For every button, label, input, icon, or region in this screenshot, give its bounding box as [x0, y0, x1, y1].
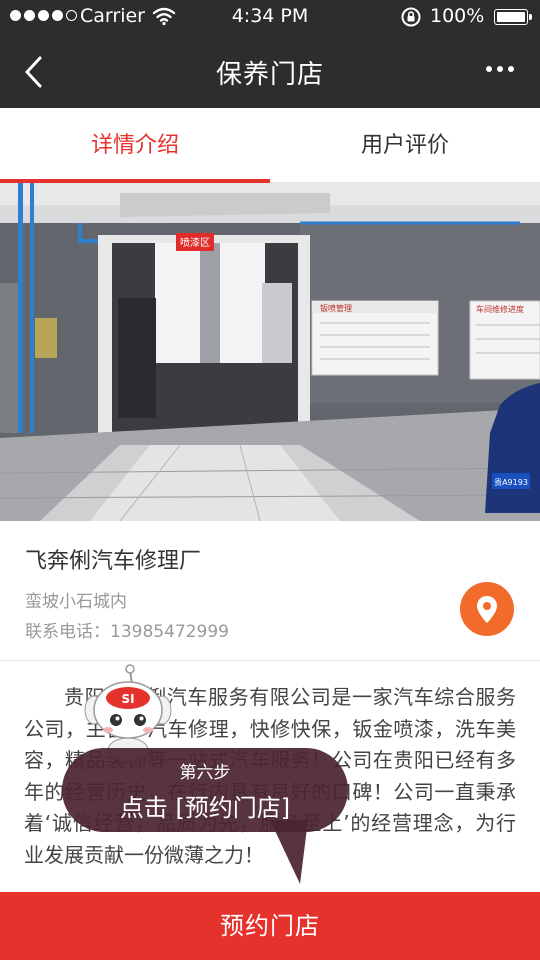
guide-action: 点击 [预约门店] — [119, 794, 291, 822]
app-header: Carrier 4:34 PM 100% 保养门店 — [0, 0, 540, 108]
orientation-lock-icon — [401, 7, 421, 27]
board-label-2: 车间维修进度 — [476, 304, 524, 314]
battery-icon — [494, 9, 532, 25]
location-button[interactable] — [460, 582, 514, 636]
guide-bubble: 第六步 点击 [预约门店] — [62, 748, 348, 832]
book-store-button[interactable]: 预约门店 — [0, 892, 540, 960]
status-bar: Carrier 4:34 PM 100% — [0, 0, 540, 34]
shop-photo: 喷漆区 钣喷管理 车间维修进度 贵A9193 — [0, 183, 540, 521]
tab-details[interactable]: 详情介绍 — [0, 108, 270, 183]
shop-name: 飞奔俐汽车修理厂 — [25, 549, 202, 574]
more-options-icon[interactable] — [486, 66, 514, 72]
battery-percentage: 100% — [430, 5, 485, 27]
page-title: 保养门店 — [215, 60, 324, 90]
tab-bar: 详情介绍 用户评价 — [0, 108, 540, 183]
shop-info: 飞奔俐汽车修理厂 蛮坡小石城内 联系电话：13985472999 — [0, 521, 540, 661]
tab-reviews[interactable]: 用户评价 — [270, 108, 540, 183]
board-label-1: 钣喷管理 — [320, 303, 352, 313]
shop-phone[interactable]: 联系电话：13985472999 — [25, 617, 229, 642]
car-plate: 贵A9193 — [494, 477, 528, 487]
shop-address: 蛮坡小石城内 — [25, 592, 127, 612]
mascot-badge: SI — [121, 692, 134, 706]
guide-step: 第六步 — [179, 763, 231, 783]
sign-spray-area: 喷漆区 — [180, 236, 210, 249]
location-pin-icon — [477, 596, 497, 623]
navigation-bar: 保养门店 — [0, 34, 540, 108]
